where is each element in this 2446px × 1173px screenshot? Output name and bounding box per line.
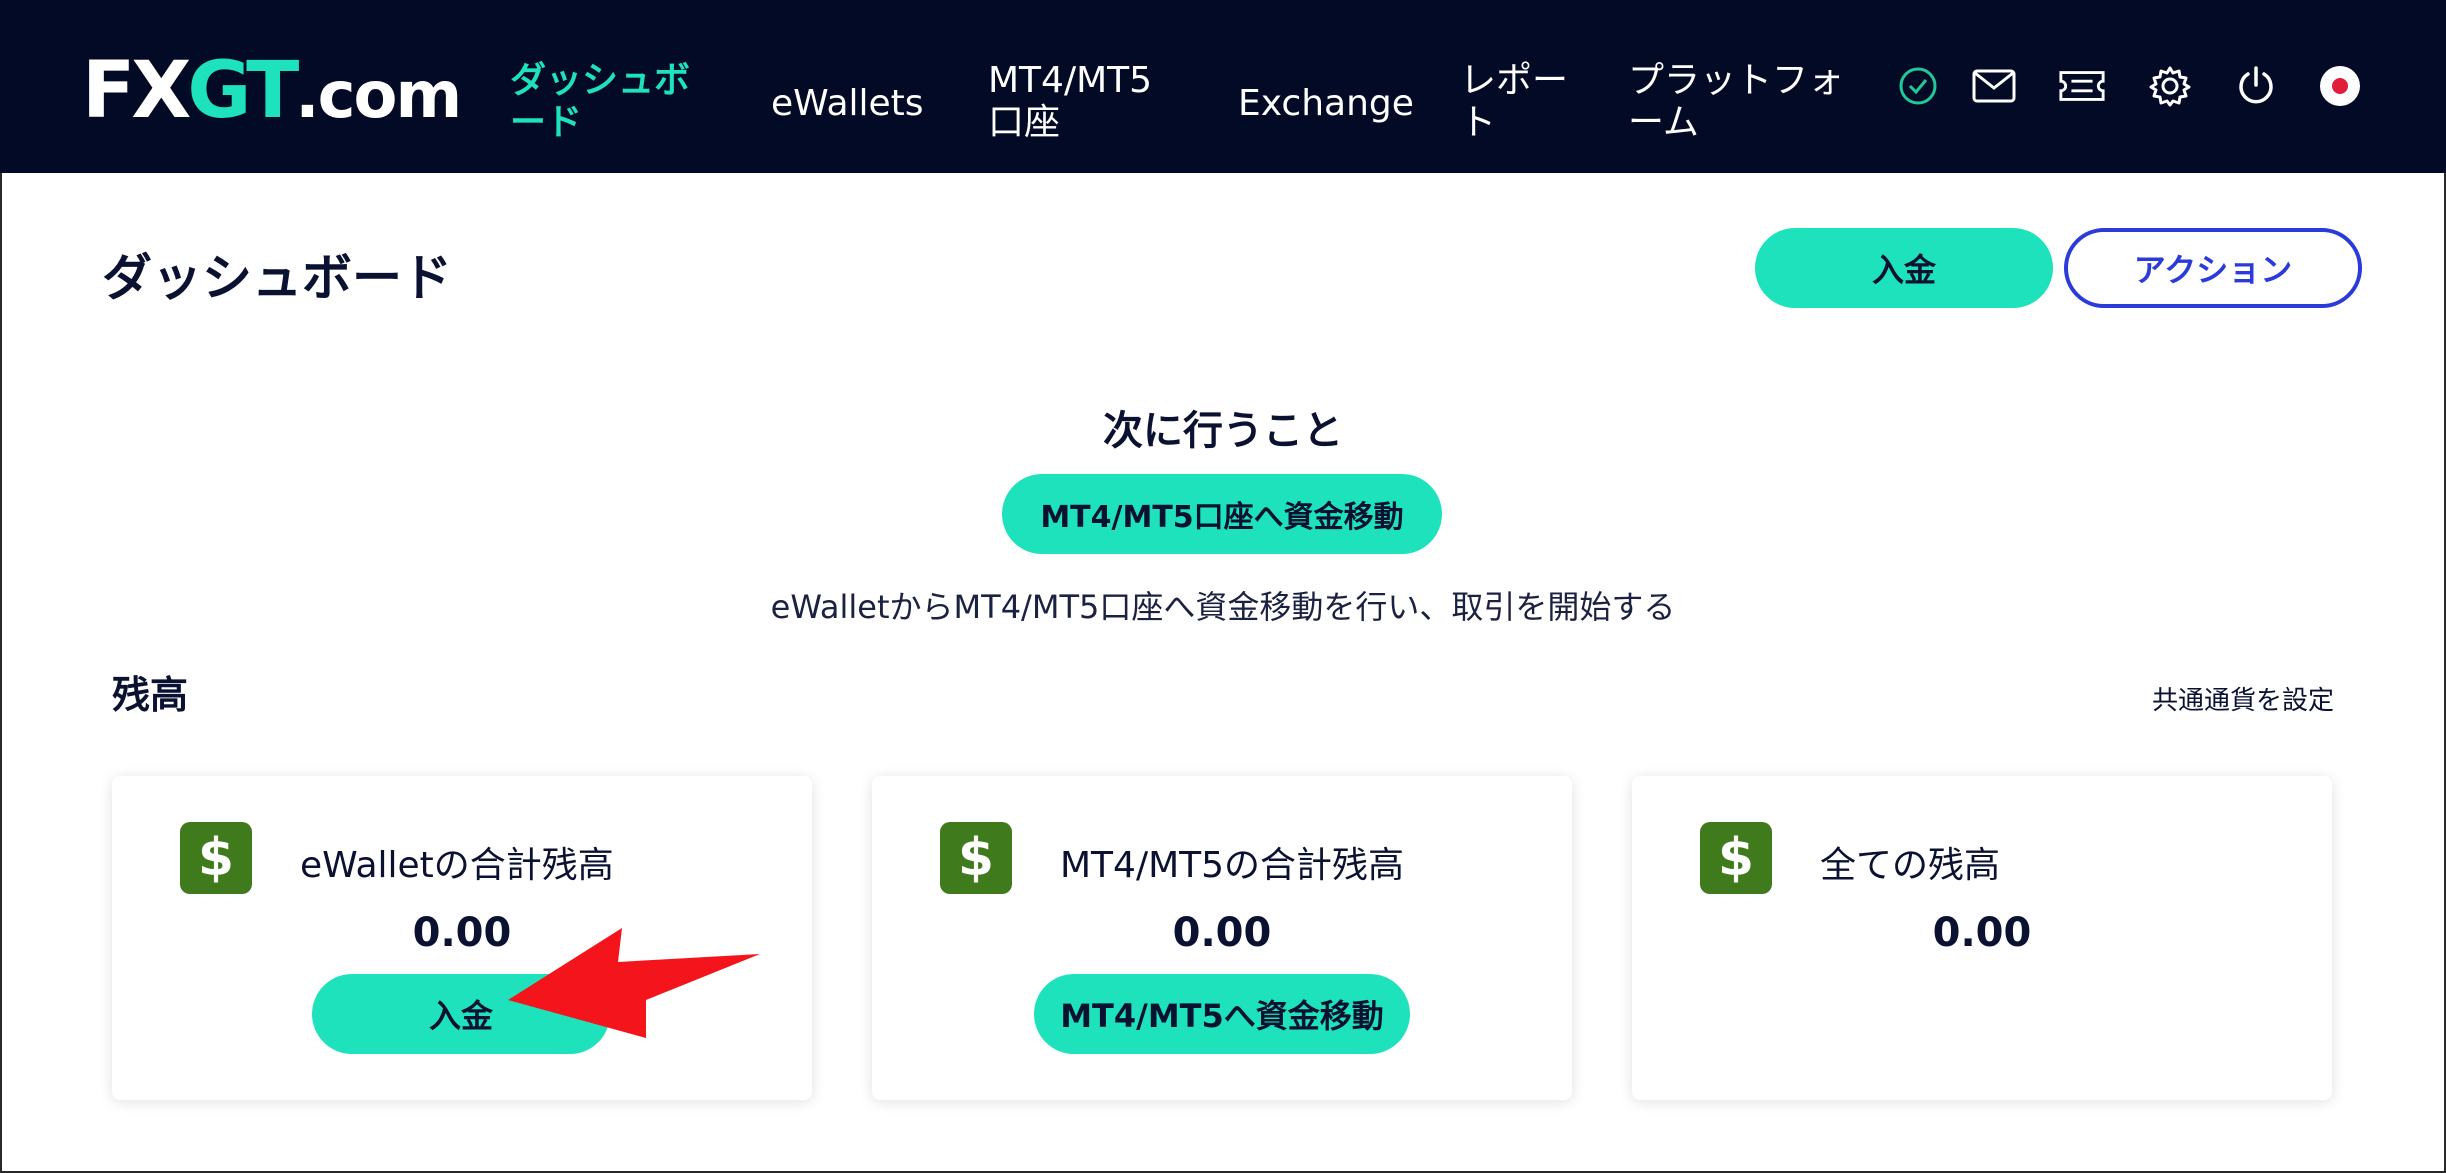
logo-fx: FX	[82, 46, 191, 136]
ticket-icon[interactable]	[2058, 62, 2106, 110]
mt-balance-card: $ MT4/MT5の合計残高 0.00 MT4/MT5へ資金移動	[872, 776, 1572, 1100]
card-label: 全ての残高	[1820, 845, 2001, 886]
nav-report[interactable]: レポー ト	[1460, 60, 1568, 144]
card-amount: 0.00	[1172, 910, 1272, 956]
top-navbar: FX GT .com ダッシュボ ード eWallets MT4/MT5 口座 …	[0, 0, 2446, 173]
card-label: MT4/MT5の合計残高	[1060, 845, 1405, 886]
nav-report-line1: レポー	[1460, 60, 1569, 101]
power-icon[interactable]	[2232, 62, 2280, 110]
nav-platform[interactable]: プラットフォ ーム	[1628, 60, 1844, 144]
card-deposit-button[interactable]: 入金	[312, 974, 610, 1054]
dollar-icon: $	[180, 822, 252, 894]
action-button[interactable]: アクション	[2064, 228, 2362, 308]
nav-platform-line1: プラットフォ	[1628, 60, 1845, 101]
transfer-to-mt-button[interactable]: MT4/MT5口座へ資金移動	[1002, 474, 1442, 554]
page-title: ダッシュボード	[102, 249, 452, 307]
nav-mt-accounts[interactable]: MT4/MT5 口座	[988, 60, 1152, 144]
logo-com: .com	[295, 59, 462, 133]
next-steps-description: eWalletからMT4/MT5口座へ資金移動を行い、取引を開始する	[770, 588, 1676, 626]
card-amount: 0.00	[412, 910, 512, 956]
card-transfer-button[interactable]: MT4/MT5へ資金移動	[1034, 974, 1410, 1054]
nav-dashboard-line1: ダッシュボ	[510, 60, 691, 101]
card-label: eWalletの合計残高	[300, 845, 614, 886]
nav-exchange[interactable]: Exchange	[1238, 83, 1414, 125]
set-common-currency-link[interactable]: 共通通貨を設定	[2152, 680, 2334, 717]
flag-japan-icon[interactable]	[2316, 62, 2364, 110]
ewallet-balance-card: $ eWalletの合計残高 0.00 入金	[112, 776, 812, 1100]
card-amount: 0.00	[1932, 910, 2032, 956]
deposit-button[interactable]: 入金	[1755, 228, 2053, 308]
nav-dashboard[interactable]: ダッシュボ ード	[510, 60, 690, 144]
balance-title: 残高	[112, 673, 189, 717]
check-circle-icon[interactable]	[1894, 62, 1942, 110]
logo-gt: GT	[187, 46, 299, 136]
dollar-icon: $	[940, 822, 1012, 894]
nav-ewallets[interactable]: eWallets	[771, 83, 924, 125]
gear-icon[interactable]	[2146, 62, 2194, 110]
dollar-icon: $	[1700, 822, 1772, 894]
nav-mt-line1: MT4/MT5	[988, 60, 1153, 101]
nav-report-line2: ト	[1460, 102, 1497, 143]
nav-platform-line2: ーム	[1628, 102, 1699, 143]
total-balance-card: $ 全ての残高 0.00	[1632, 776, 2332, 1100]
nav-dashboard-line2: ード	[510, 102, 583, 143]
mail-icon[interactable]	[1970, 62, 2018, 110]
nav-mt-line2: 口座	[988, 102, 1061, 143]
fxgt-logo[interactable]: FX GT .com	[82, 46, 462, 136]
next-steps-title: 次に行うこと	[1103, 408, 1343, 454]
